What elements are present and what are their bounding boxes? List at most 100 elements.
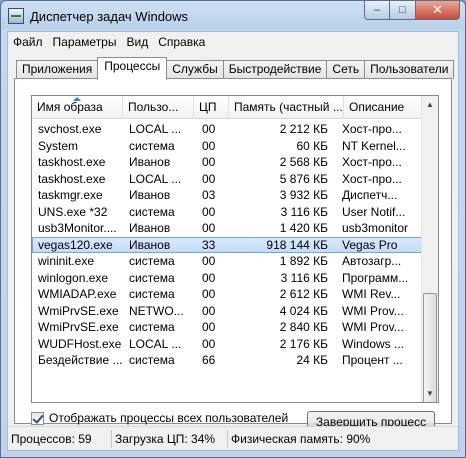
column-description[interactable]: Описание [344, 96, 422, 119]
tab-network[interactable]: Сеть [326, 60, 366, 79]
table-row[interactable]: taskhost.exe LOCAL ... 00 5 876 КБ Хост-про.… [32, 171, 424, 188]
cell-user: LOCAL ... [129, 122, 182, 136]
column-memory[interactable]: Память (частный ... [229, 96, 344, 119]
cell-user: система [129, 138, 175, 153]
show-all-users-label: Отображать процессы всех пользователей [49, 411, 289, 425]
table-row[interactable]: WUDFHost.exe LOCAL ... 00 2 176 КБ Windows .… [32, 336, 424, 353]
cell-cpu: 00 [202, 287, 216, 301]
tab-strip: Приложения Процессы Службы Быстродействи… [16, 57, 455, 80]
cell-description: Процент ... [342, 353, 403, 367]
menu-help[interactable]: Справка [153, 35, 210, 49]
cell-memory: 2 840 КБ [279, 320, 328, 334]
tab-users[interactable]: Пользователи [364, 60, 455, 79]
cell-user: Иванов [129, 188, 171, 202]
cell-description: Диспетч... [342, 188, 398, 202]
cell-user: Иванов [129, 155, 171, 169]
cell-cpu: 00 [202, 155, 216, 169]
cell-user: система [129, 270, 175, 285]
tab-applications[interactable]: Приложения [16, 60, 99, 79]
table-row[interactable]: System система 00 60 КБ NT Kernel... [32, 138, 424, 155]
cell-cpu: 00 [202, 270, 216, 285]
column-user[interactable]: Пользо... [123, 96, 194, 119]
table-row[interactable]: winlogon.exe система 00 3 116 КБ Программ... [32, 270, 424, 287]
processes-panel: Имя образа Пользо... ЦП Память (частный … [14, 78, 452, 434]
show-all-users-option[interactable]: Отображать процессы всех пользователей [31, 411, 288, 425]
cell-memory: 3 932 КБ [279, 188, 328, 202]
status-bar: Процессов: 59 Загрузка ЦП: 34% Физическа… [8, 426, 458, 450]
table-row[interactable]: WMIADAP.exe система 00 2 612 КБ WMI Rev... [32, 286, 424, 303]
cell-user: система [129, 353, 175, 367]
cell-cpu: 00 [202, 303, 216, 318]
column-cpu[interactable]: ЦП [194, 96, 229, 119]
vertical-scrollbar[interactable]: ▲ ▼ [421, 96, 438, 402]
cell-user: Иванов [129, 221, 171, 235]
list-header: Имя образа Пользо... ЦП Память (частный … [32, 96, 422, 119]
cell-description: NT Kernel... [342, 138, 406, 153]
table-row[interactable]: Бездействие ... система 66 24 КБ Процент ... [32, 352, 424, 369]
cell-memory: 5 876 КБ [279, 171, 328, 186]
table-row[interactable]: WmiPrvSE.exe система 00 2 840 КБ WMI Prov... [32, 319, 424, 336]
cell-memory: 24 КБ [296, 353, 328, 367]
cell-description: Хост-про... [342, 171, 402, 186]
cell-user: LOCAL ... [129, 171, 182, 186]
table-row[interactable]: usb3Monitor.... Иванов 00 1 420 КБ usb3monit… [32, 220, 424, 237]
cell-description: Хост-про... [342, 122, 402, 136]
cell-cpu: 00 [202, 336, 216, 351]
table-row[interactable]: taskmgr.exe Иванов 03 3 932 КБ Диспетч... [32, 187, 424, 204]
menu-view[interactable]: Вид [121, 35, 153, 49]
table-row[interactable]: WmiPrvSE.exe NETWO... 00 4 024 КБ WMI Prov..… [32, 303, 424, 320]
scroll-up-icon[interactable]: ▲ [422, 96, 438, 113]
cell-image-name: WmiPrvSE.exe [38, 303, 119, 318]
client-area: Приложения Процессы Службы Быстродействи… [7, 51, 459, 451]
cell-cpu: 00 [202, 171, 216, 186]
cell-image-name: taskhost.exe [38, 171, 106, 186]
cell-image-name: winlogon.exe [38, 270, 109, 285]
cell-description: WMI Prov... [342, 303, 404, 318]
process-list[interactable]: Имя образа Пользо... ЦП Память (частный … [31, 95, 439, 403]
table-row[interactable]: UNS.exe *32 система 00 3 116 КБ User Notif..… [32, 204, 424, 221]
table-row[interactable]: wininit.exe система 00 1 892 КБ Автозагр... [32, 253, 424, 270]
column-image-name[interactable]: Имя образа [32, 96, 123, 119]
tab-performance[interactable]: Быстродействие [222, 60, 328, 79]
minimize-button[interactable]: – [364, 1, 390, 20]
title-bar[interactable]: Диспетчер задач Windows – □ ✕ [1, 1, 465, 31]
close-button[interactable]: ✕ [416, 1, 460, 20]
cell-description: WMI Rev... [342, 287, 401, 301]
table-row[interactable]: vegas120.exe Иванов 33 918 144 КБ Vegas Pro [32, 236, 424, 253]
tab-services[interactable]: Службы [166, 60, 224, 79]
maximize-button[interactable]: □ [390, 1, 416, 20]
cell-cpu: 00 [202, 320, 216, 334]
cell-image-name: WMIADAP.exe [38, 287, 117, 301]
cell-cpu: 00 [202, 204, 216, 219]
cell-image-name: taskhost.exe [38, 155, 106, 169]
cell-memory: 918 144 КБ [266, 237, 328, 252]
cell-cpu: 33 [202, 237, 216, 252]
show-all-users-checkbox[interactable] [31, 411, 44, 425]
cell-memory: 1 420 КБ [279, 221, 328, 235]
cell-description: WMI Prov... [342, 320, 404, 334]
scroll-down-icon[interactable]: ▼ [422, 385, 438, 402]
cell-user: LOCAL ... [129, 336, 182, 351]
table-row[interactable]: taskhost.exe Иванов 00 2 568 КБ Хост-про... [32, 154, 424, 171]
cell-image-name: WmiPrvSE.exe [38, 320, 119, 334]
cell-memory: 2 568 КБ [279, 155, 328, 169]
cell-image-name: wininit.exe [38, 254, 95, 268]
cell-image-name: vegas120.exe [38, 237, 113, 252]
cell-description: User Notif... [342, 204, 406, 219]
tab-processes[interactable]: Процессы [97, 57, 168, 80]
cell-description: Автозагр... [342, 254, 402, 268]
cell-user: система [129, 287, 175, 301]
window-controls: – □ ✕ [364, 1, 460, 20]
cell-description: Vegas Pro [342, 237, 398, 252]
process-rows: svchost.exe LOCAL ... 00 2 212 КБ Хост-про..… [32, 121, 424, 369]
cell-cpu: 00 [202, 254, 216, 268]
cell-cpu: 66 [202, 353, 216, 367]
status-processes: Процессов: 59 [8, 429, 112, 448]
cell-memory: 60 КБ [296, 138, 328, 153]
cell-cpu: 00 [202, 221, 216, 235]
cell-user: NETWO... [129, 303, 184, 318]
window-title: Диспетчер задач Windows [30, 8, 189, 24]
menu-file[interactable]: Файл [8, 35, 48, 49]
table-row[interactable]: svchost.exe LOCAL ... 00 2 212 КБ Хост-про..… [32, 121, 424, 138]
menu-options[interactable]: Параметры [48, 35, 122, 49]
